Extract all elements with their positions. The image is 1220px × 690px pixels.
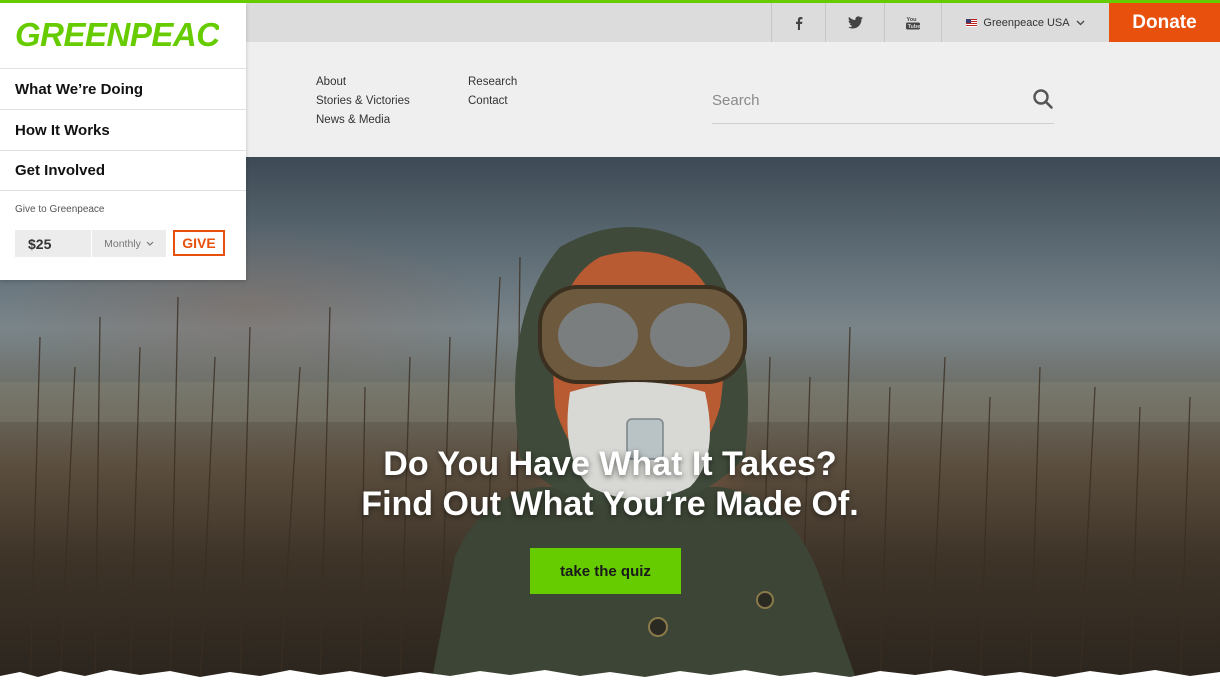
nav-link-stories-victories[interactable]: Stories & Victories <box>316 94 410 108</box>
twitter-icon <box>847 16 863 29</box>
facebook-link[interactable] <box>771 3 825 42</box>
sidebar-item-get-involved[interactable]: Get Involved <box>0 150 246 191</box>
search-input[interactable] <box>712 86 1012 114</box>
hero-headline-line-1: Do You Have What It Takes? <box>383 445 837 483</box>
nav-link-contact[interactable]: Contact <box>468 94 517 108</box>
svg-text:Tube: Tube <box>908 24 920 30</box>
facebook-icon <box>795 16 802 30</box>
secondary-nav-column-1: About Stories & Victories News & Media <box>316 75 410 127</box>
frequency-value: Monthly <box>104 237 141 250</box>
frequency-select[interactable]: Monthly <box>92 230 166 257</box>
main-nav: What We’re Doing How It Works Get Involv… <box>0 68 246 191</box>
sidebar-item-what-were-doing[interactable]: What We’re Doing <box>0 68 246 109</box>
give-form: Monthly GIVE <box>15 230 225 257</box>
nav-link-about[interactable]: About <box>316 75 410 89</box>
nav-link-research[interactable]: Research <box>468 75 517 89</box>
chevron-down-icon <box>146 241 154 246</box>
utility-bar: You Tube Greenpeace USA Donate <box>246 3 1220 42</box>
secondary-nav-column-2: Research Contact <box>468 75 517 108</box>
greenpeace-logo[interactable]: GREENPEACE <box>14 16 219 52</box>
twitter-link[interactable] <box>825 3 884 42</box>
donation-amount-input[interactable] <box>15 230 91 257</box>
svg-text:You: You <box>907 17 917 23</box>
youtube-link[interactable]: You Tube <box>884 3 941 42</box>
hero-headline-line-2: Find Out What You’re Made Of. <box>361 485 859 523</box>
torn-paper-edge <box>0 670 1220 690</box>
search-icon[interactable] <box>1032 88 1054 110</box>
secondary-nav: About Stories & Victories News & Media R… <box>246 42 1220 157</box>
youtube-icon: You Tube <box>906 17 920 30</box>
donate-button[interactable]: Donate <box>1109 3 1220 42</box>
hero-headline: Do You Have What It Takes? Find Out What… <box>0 444 1220 524</box>
nav-link-news-media[interactable]: News & Media <box>316 113 410 127</box>
search-box <box>712 82 1054 124</box>
give-label: Give to Greenpeace <box>15 204 105 215</box>
give-button[interactable]: GIVE <box>173 230 225 256</box>
sidebar-item-how-it-works[interactable]: How It Works <box>0 109 246 150</box>
top-accent-bar <box>0 0 1220 3</box>
region-label: Greenpeace USA <box>983 16 1070 29</box>
chevron-down-icon <box>1076 20 1085 25</box>
svg-text:GREENPEACE: GREENPEACE <box>15 16 219 52</box>
region-selector[interactable]: Greenpeace USA <box>941 3 1109 42</box>
take-quiz-button[interactable]: take the quiz <box>530 548 681 594</box>
sidebar-panel: GREENPEACE What We’re Doing How It Works… <box>0 3 246 280</box>
us-flag-icon <box>966 18 978 27</box>
